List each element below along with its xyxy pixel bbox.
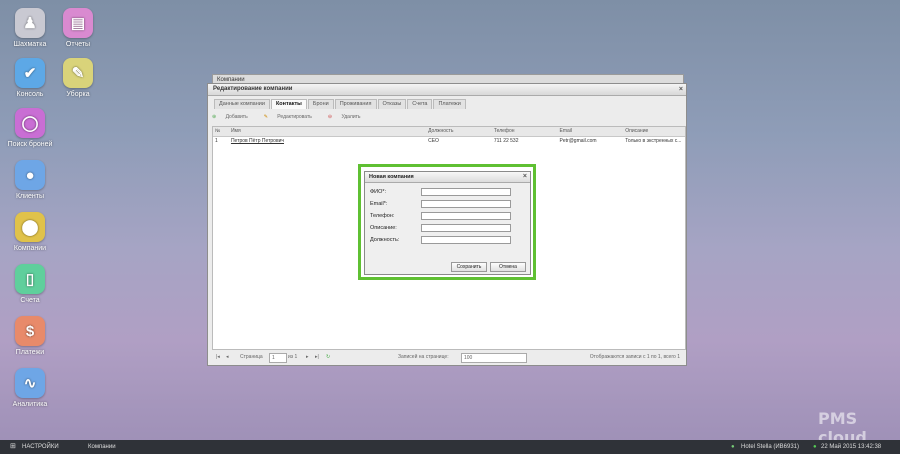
add-button[interactable]: ⊕ Добавить xyxy=(212,112,256,123)
status-dot-icon: ● xyxy=(731,444,735,450)
delete-label: Удалить xyxy=(341,114,361,120)
pager: |◂ ◂ Страница 1 из 1 ▸ ▸| ↻ Записей на с… xyxy=(212,352,684,363)
hotel-name[interactable]: Hotel Stella (ИВ6931) xyxy=(741,440,799,454)
col-number[interactable]: № xyxy=(213,127,227,136)
dialog-title: Новая компания xyxy=(369,174,414,180)
map-pin-icon: ⬤ xyxy=(15,212,45,242)
field-label: Email*: xyxy=(370,201,388,207)
page-input[interactable]: 1 xyxy=(269,353,287,363)
col-email[interactable]: Email xyxy=(560,127,626,136)
close-icon[interactable]: × xyxy=(679,84,683,95)
desktop-icon-4[interactable]: ✎ Уборка xyxy=(48,58,108,98)
desktop-icon-6[interactable]: ● Клиенты xyxy=(0,160,60,200)
cell-number: 1 xyxy=(215,138,218,144)
field-label: Телефон: xyxy=(370,213,395,219)
dialog-titlebar: Новая компания × xyxy=(365,172,530,183)
desktop-icon-label: Клиенты xyxy=(15,193,45,200)
delete-button[interactable]: ⊖ Удалить xyxy=(328,112,369,123)
desktop-icon-8[interactable]: ▯ Счета xyxy=(0,264,60,304)
cell-phone: 711 22 532 xyxy=(493,138,519,144)
dollar-icon: $ xyxy=(15,316,45,346)
tab-refusals[interactable]: Отказы xyxy=(377,99,407,109)
next-page-icon[interactable]: ▸ xyxy=(306,352,309,363)
delete-icon: ⊖ xyxy=(327,114,333,120)
desktop-icon-7[interactable]: ⬤ Компании xyxy=(0,212,60,252)
refresh-icon[interactable]: ↻ xyxy=(326,352,330,363)
tab-company-data[interactable]: Данные компании xyxy=(214,99,270,109)
desktop-icon-9[interactable]: $ Платежи xyxy=(0,316,60,356)
cell-email: Petr@gmail.com xyxy=(559,138,597,144)
window-title: Редактирование компании xyxy=(213,86,293,92)
tab-payments[interactable]: Платежи xyxy=(433,99,466,109)
window-titlebar: Редактирование компании × xyxy=(208,84,686,96)
taskbar-item-companies[interactable]: Компании xyxy=(88,440,116,454)
edit-label: Редактировать xyxy=(277,114,312,120)
dialog-close-icon[interactable]: × xyxy=(523,172,527,182)
tab-contacts[interactable]: Контакты xyxy=(270,99,307,109)
new-company-dialog: Новая компания × ФИО*: Email*: Телефон: Опи… xyxy=(364,171,531,275)
field-input-1[interactable] xyxy=(421,188,511,196)
save-button[interactable]: Сохранить xyxy=(451,262,487,272)
tab-bar: Данные компании Контакты Брони Проживани… xyxy=(214,99,467,109)
pencil-icon: ✎ xyxy=(263,114,268,120)
cancel-button[interactable]: Отмена xyxy=(490,262,526,272)
datetime: 22 Май 2015 13:42:38 xyxy=(821,444,882,450)
per-page-label: Записей на странице: xyxy=(398,354,449,360)
add-label: Добавить xyxy=(225,114,248,120)
page-of: из 1 xyxy=(288,354,298,360)
desktop-icon-label: Аналитика xyxy=(12,401,48,408)
last-page-icon[interactable]: ▸| xyxy=(315,352,319,363)
field-label: Описание: xyxy=(370,225,397,231)
tab-invoices[interactable]: Счета xyxy=(407,99,433,109)
cell-name[interactable]: Петров Пётр Петрович xyxy=(227,137,428,146)
check-icon: ✔ xyxy=(15,58,45,88)
field-input-5[interactable] xyxy=(421,236,511,244)
col-position[interactable]: Должность xyxy=(428,127,494,136)
reports-icon: ▤ xyxy=(63,8,93,38)
tab-stays[interactable]: Проживания xyxy=(334,99,377,109)
add-icon: ⊕ xyxy=(212,114,217,120)
first-page-icon[interactable]: |◂ xyxy=(216,352,220,363)
desktop-icon-5[interactable]: ◯ Поиск броней xyxy=(0,108,60,148)
search-ring-icon: ◯ xyxy=(15,108,45,138)
edit-button[interactable]: ✎ Редактировать xyxy=(264,112,320,123)
grid-header: № Имя Должность Телефон Email Описание xyxy=(213,127,685,137)
col-description[interactable]: Описание xyxy=(625,127,685,136)
broom-icon: ✎ xyxy=(63,58,93,88)
col-phone[interactable]: Телефон xyxy=(494,127,560,136)
chess-icon: ♟ xyxy=(15,8,45,38)
cell-position: CEO xyxy=(428,138,439,144)
desktop-icon-label: Отчеты xyxy=(65,41,91,48)
col-name[interactable]: Имя xyxy=(227,127,428,136)
analytics-icon: ∿ xyxy=(15,368,45,398)
field-input-2[interactable] xyxy=(421,200,511,208)
tab-bookings[interactable]: Брони xyxy=(307,99,334,109)
desktop-icon-2[interactable]: ▤ Отчеты xyxy=(48,8,108,48)
desktop-icon-10[interactable]: ∿ Аналитика xyxy=(0,368,60,408)
pager-info: Отображаются записи с 1 по 1, всего 1 xyxy=(589,354,680,360)
settings-icon[interactable]: ⊞ xyxy=(10,440,16,454)
desktop-icon-label: Уборка xyxy=(66,91,90,98)
desktop-icon-label: Компании xyxy=(13,245,47,252)
table-row[interactable]: 1 Петров Пётр Петрович CEO 711 22 532 Pe… xyxy=(213,137,685,146)
grid-toolbar: ⊕ Добавить ✎ Редактировать ⊖ Удалить xyxy=(212,112,377,123)
desktop-icon-label: Поиск броней xyxy=(7,141,53,148)
prev-page-icon[interactable]: ◂ xyxy=(226,352,229,363)
online-dot-icon: ● xyxy=(813,444,817,450)
field-label: ФИО*: xyxy=(370,189,387,195)
field-input-3[interactable] xyxy=(421,212,511,220)
desktop-icon-label: Платежи xyxy=(15,349,45,356)
desktop-icon-label: Счета xyxy=(20,297,40,304)
user-icon: ● xyxy=(15,160,45,190)
taskbar: ⊞ НАСТРОЙКИ Компании ● Hotel Stella (ИВ6… xyxy=(0,440,900,454)
cell-description: Только в экстренных с... xyxy=(625,138,682,144)
per-page-select[interactable]: 100 xyxy=(461,353,527,363)
document-icon: ▯ xyxy=(15,264,45,294)
page-label: Страница xyxy=(240,354,263,360)
settings-button[interactable]: НАСТРОЙКИ xyxy=(22,440,59,454)
field-input-4[interactable] xyxy=(421,224,511,232)
field-label: Должность: xyxy=(370,237,400,243)
